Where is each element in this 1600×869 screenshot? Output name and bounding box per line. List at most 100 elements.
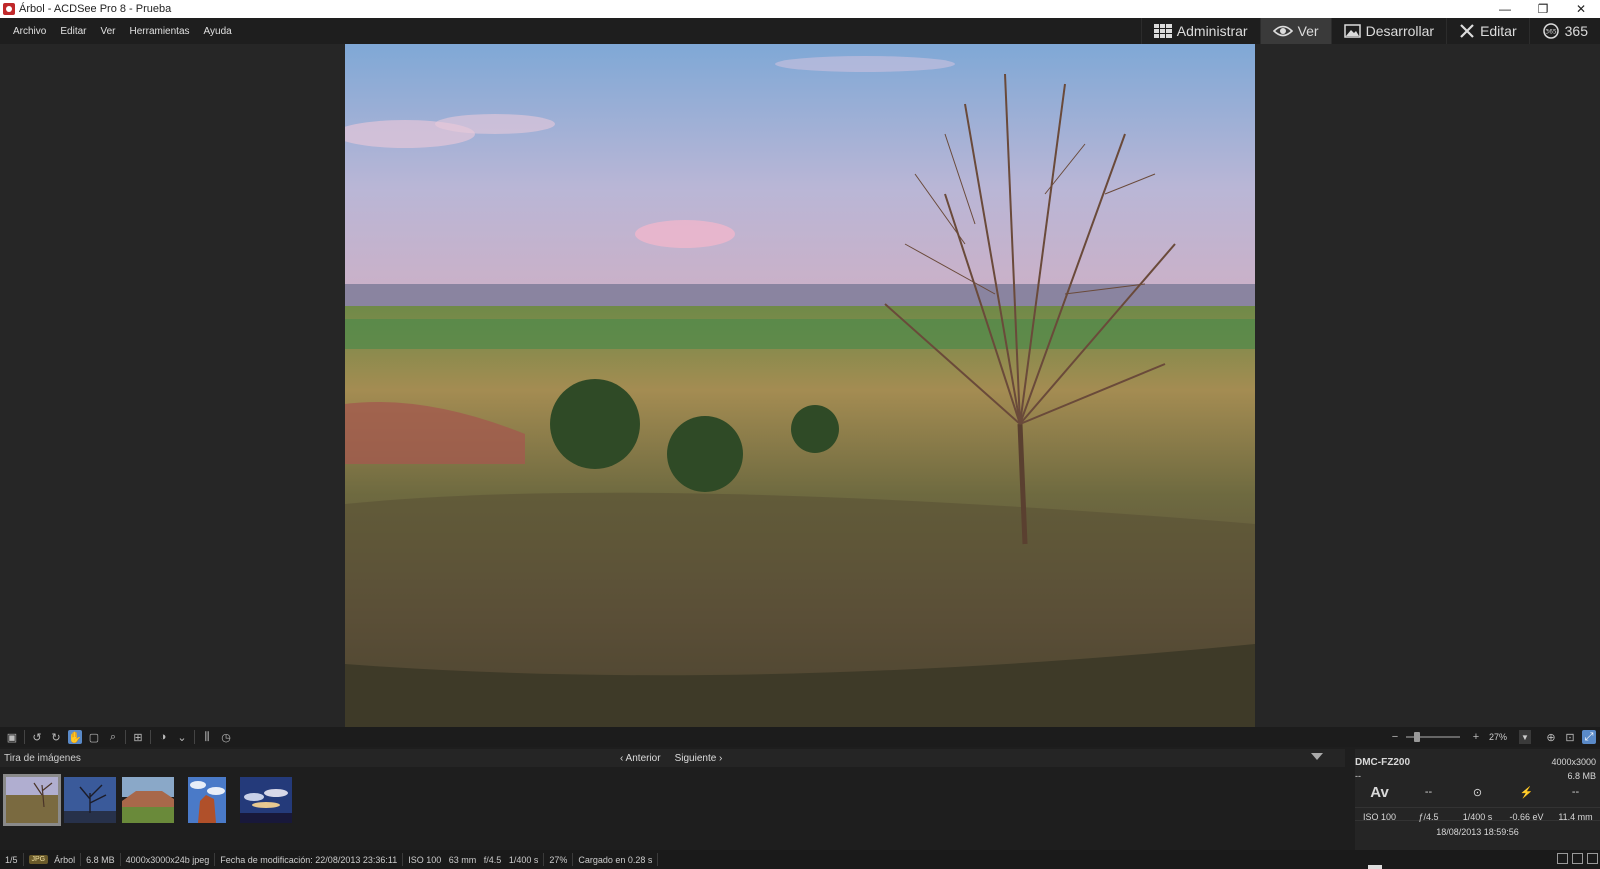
restore-button[interactable]: ❐ xyxy=(1524,0,1562,18)
exif-info-panel: DMC-FZ200 4000x3000 -- 6.8 MB Av -- ⊙ ⚡ … xyxy=(1355,749,1600,850)
single-view-icon[interactable] xyxy=(1557,853,1568,864)
status-filename: Árbol xyxy=(54,854,76,865)
status-aperture: f/4.5 xyxy=(483,854,502,865)
menu-ver[interactable]: Ver xyxy=(93,26,122,37)
next-button[interactable]: Siguiente › xyxy=(675,753,723,764)
exposure-mode: Av xyxy=(1370,783,1389,801)
zoom-slider-knob[interactable] xyxy=(1414,732,1420,742)
status-index: 1/5 xyxy=(0,853,24,866)
image-icon xyxy=(1343,24,1361,38)
color-dropdown-icon[interactable]: ⌄ xyxy=(175,730,189,744)
window-title: Árbol - ACDSee Pro 8 - Prueba xyxy=(19,3,172,15)
camera-metering-icon: ⊙ xyxy=(1472,786,1483,799)
mode-ver-label: Ver xyxy=(1297,23,1319,39)
mode-desarrollar-label: Desarrollar xyxy=(1365,23,1435,39)
toolbar-separator xyxy=(125,730,126,744)
adjust-sliders-icon[interactable]: ⫼ xyxy=(200,730,214,744)
thumbnail-image xyxy=(188,777,226,823)
mode-administrar-button[interactable]: Administrar xyxy=(1140,18,1260,44)
previous-button[interactable]: ‹ Anterior xyxy=(620,753,661,764)
thumbnail-image xyxy=(240,777,292,823)
menu-herramientas[interactable]: Herramientas xyxy=(123,26,197,37)
zoom-tool-icon[interactable]: ⌕ xyxy=(106,730,120,744)
thumbnail-arbol[interactable] xyxy=(3,774,61,826)
image-dimensions: 4000x3000 xyxy=(1551,757,1596,767)
zoom-actual-icon[interactable]: ⊕ xyxy=(1544,730,1558,744)
status-view-buttons xyxy=(1557,853,1598,864)
rotate-left-icon[interactable]: ↺ xyxy=(30,730,44,744)
status-exif: ISO 100 63 mm f/4.5 1/400 s xyxy=(403,853,545,866)
mode-desarrollar-button[interactable]: Desarrollar xyxy=(1330,18,1446,44)
mode-editar-button[interactable]: Editar xyxy=(1446,18,1529,44)
toolbar-separator xyxy=(194,730,195,744)
thumbnail-clouds[interactable] xyxy=(240,777,292,823)
filmstrip-title: Tira de imágenes xyxy=(4,752,81,764)
thumbnail-tree-night[interactable] xyxy=(64,777,116,823)
title-bar: Árbol - ACDSee Pro 8 - Prueba — ❐ ✕ xyxy=(0,0,1600,18)
svg-text:365: 365 xyxy=(1545,29,1557,36)
toolbar-separator xyxy=(24,730,25,744)
menu-editar[interactable]: Editar xyxy=(53,26,93,37)
menu-archivo[interactable]: Archivo xyxy=(6,26,53,37)
status-size: 6.8 MB xyxy=(81,853,121,866)
rotate-right-icon[interactable]: ↻ xyxy=(49,730,63,744)
color-icon[interactable]: ◑ xyxy=(156,730,170,744)
mode-switcher: Administrar Ver Desarrollar Editar 365 3… xyxy=(1140,18,1600,44)
status-file: JPG Árbol xyxy=(24,853,82,866)
tools-icon xyxy=(1460,24,1474,38)
image-viewer[interactable] xyxy=(0,44,1600,727)
status-zoom: 27% xyxy=(544,853,574,866)
shooting-modes-row: Av -- ⊙ ⚡ -- xyxy=(1355,781,1600,803)
split-view-icon[interactable] xyxy=(1572,853,1583,864)
viewer-toolbar: ▣ ↺ ↻ ✋ ▢ ⌕ ⊞ ◑ ⌄ ⫼ ◷ − + 27% ▼ ⊕ ⊡ ⤢ xyxy=(0,727,1600,747)
minimize-button[interactable]: — xyxy=(1486,0,1524,18)
main-photo[interactable] xyxy=(345,44,1255,727)
toolbar-separator xyxy=(150,730,151,744)
zoom-value[interactable]: 27% xyxy=(1489,730,1519,744)
menu-ayuda[interactable]: Ayuda xyxy=(197,26,239,37)
exposure-values-row: ISO 100 ƒ/4.5 1/400 s -0.66 eV 11.4 mm xyxy=(1355,807,1600,822)
progress-indicator xyxy=(1368,865,1382,869)
collapse-filmstrip-icon[interactable] xyxy=(1311,753,1323,760)
mode-365-label: 365 xyxy=(1564,23,1588,39)
zoom-slider[interactable] xyxy=(1406,732,1460,742)
browse-icon[interactable]: ▣ xyxy=(5,730,19,744)
format-badge: JPG xyxy=(28,855,49,864)
status-shutter: 1/400 s xyxy=(508,854,539,865)
status-dimensions: 4000x3000x24b jpeg xyxy=(121,853,216,866)
filmstrip-nav: ‹ Anterior Siguiente › xyxy=(620,749,722,767)
lens-info: -- xyxy=(1355,771,1361,781)
iso-value: ISO 100 xyxy=(1362,812,1397,822)
fit-screen-icon[interactable]: ⊞ xyxy=(131,730,145,744)
filmstrip-header: Tira de imágenes ‹ Anterior Siguiente › xyxy=(0,749,1345,767)
landscape-photo xyxy=(345,44,1255,727)
zoom-out-icon[interactable]: − xyxy=(1388,730,1402,744)
close-button[interactable]: ✕ xyxy=(1562,0,1600,18)
acdsee-app-icon[interactable] xyxy=(3,3,15,15)
zoom-fit-icon[interactable]: ⊡ xyxy=(1563,730,1577,744)
eye-icon xyxy=(1272,25,1293,37)
white-balance: -- xyxy=(1571,786,1580,798)
mode-ver-button[interactable]: Ver xyxy=(1259,18,1331,44)
thumbnail-mesa[interactable] xyxy=(122,777,174,823)
mode-365-button[interactable]: 365 365 xyxy=(1528,18,1600,44)
status-focal: 63 mm xyxy=(448,854,477,865)
zoom-dropdown-icon[interactable]: ▼ xyxy=(1519,730,1531,744)
status-loaded: Cargado en 0.28 s xyxy=(573,853,659,866)
full-view-icon[interactable] xyxy=(1587,853,1598,864)
clock-icon[interactable]: ◷ xyxy=(219,730,233,744)
select-tool-icon[interactable]: ▢ xyxy=(87,730,101,744)
cloud-365-icon: 365 xyxy=(1542,23,1559,39)
thumbnail-image xyxy=(6,777,58,823)
hand-tool-icon[interactable]: ✋ xyxy=(68,730,82,744)
aperture-value: ƒ/4.5 xyxy=(1418,812,1439,822)
zoom-in-icon[interactable]: + xyxy=(1469,730,1483,744)
zoom-controls: − + 27% ▼ ⊕ ⊡ ⤢ xyxy=(1383,727,1600,747)
status-modified: Fecha de modificación: 22/08/2013 23:36:… xyxy=(215,853,404,866)
thumbnail-rock[interactable] xyxy=(188,777,226,823)
file-size: 6.8 MB xyxy=(1567,771,1596,781)
ev-value: -0.66 eV xyxy=(1509,812,1544,822)
zoom-full-icon[interactable]: ⤢ xyxy=(1582,730,1596,744)
focal-value: 11.4 mm xyxy=(1558,812,1593,822)
status-iso: ISO 100 xyxy=(408,854,442,865)
